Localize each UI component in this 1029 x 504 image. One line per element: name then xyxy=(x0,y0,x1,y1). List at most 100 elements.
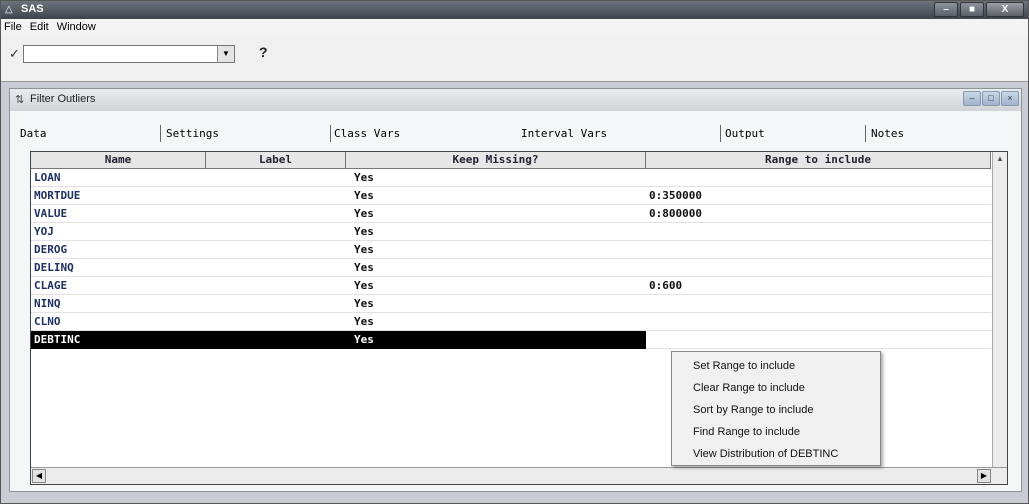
cell-keep-missing[interactable]: Yes xyxy=(346,295,646,313)
scroll-right-icon[interactable]: ▶ xyxy=(977,469,991,483)
menu-edit[interactable]: Edit xyxy=(30,19,49,36)
table-row[interactable]: CLNO Yes xyxy=(31,313,991,331)
menu-item-sort-by-range[interactable]: Sort by Range to include xyxy=(672,399,880,421)
minimize-button[interactable]: – xyxy=(934,2,958,17)
cell-keep-missing[interactable]: Yes xyxy=(346,187,646,205)
tab-settings[interactable]: Settings xyxy=(166,125,219,143)
tab-divider xyxy=(720,125,721,142)
tab-notes[interactable]: Notes xyxy=(871,125,904,143)
command-input[interactable]: ▼ xyxy=(23,45,235,63)
child-window-title: Filter Outliers xyxy=(30,93,96,105)
cell-label xyxy=(206,187,346,205)
context-menu: Set Range to include Clear Range to incl… xyxy=(671,351,881,466)
scroll-left-icon[interactable]: ◀ xyxy=(32,469,46,483)
cell-range[interactable]: 0:800000 xyxy=(646,205,991,223)
window-controls: – ■ X xyxy=(934,2,1024,17)
cell-keep-missing[interactable]: Yes xyxy=(346,241,646,259)
tab-divider xyxy=(330,125,331,142)
maximize-button[interactable]: ■ xyxy=(960,2,984,17)
cell-range[interactable] xyxy=(646,313,991,331)
child-maximize-button[interactable]: □ xyxy=(982,91,1000,106)
cell-range[interactable]: 0:350000 xyxy=(646,187,991,205)
cell-name: NINQ xyxy=(31,295,206,313)
cell-name: DEROG xyxy=(31,241,206,259)
table-row[interactable]: NINQ Yes xyxy=(31,295,991,313)
close-button[interactable]: X xyxy=(986,2,1024,17)
vertical-scrollbar[interactable]: ▲ xyxy=(992,152,1007,468)
cell-name: DEBTINC xyxy=(31,331,206,349)
scroll-up-icon[interactable]: ▲ xyxy=(993,152,1007,166)
sas-application-window: △ SAS – ■ X File Edit Window ✓ ▼ ? ⇅ Fil… xyxy=(0,0,1029,504)
tab-strip: Data Settings Class Vars Interval Vars O… xyxy=(20,125,1013,145)
cell-label xyxy=(206,295,346,313)
chevron-down-icon[interactable]: ▼ xyxy=(217,46,234,62)
check-icon[interactable]: ✓ xyxy=(9,46,20,62)
menu-item-set-range[interactable]: Set Range to include xyxy=(672,355,880,377)
tab-divider xyxy=(865,125,866,142)
cell-name: DELINQ xyxy=(31,259,206,277)
sas-app-icon: △ xyxy=(5,4,13,15)
column-header-keep-missing[interactable]: Keep Missing? xyxy=(346,152,646,169)
table-row[interactable]: CLAGE Yes 0:600 xyxy=(31,277,991,295)
cell-range[interactable] xyxy=(646,169,991,187)
menu-file[interactable]: File xyxy=(4,19,22,36)
table-row[interactable]: MORTDUE Yes 0:350000 xyxy=(31,187,991,205)
menu-window[interactable]: Window xyxy=(57,19,96,36)
cell-label xyxy=(206,205,346,223)
table-row[interactable]: LOAN Yes xyxy=(31,169,991,187)
title-bar: △ SAS – ■ X xyxy=(1,1,1028,19)
cell-label xyxy=(206,259,346,277)
child-close-button[interactable]: × xyxy=(1001,91,1019,106)
cell-name: LOAN xyxy=(31,169,206,187)
cell-label xyxy=(206,241,346,259)
cell-label xyxy=(206,277,346,295)
cell-keep-missing[interactable]: Yes xyxy=(346,259,646,277)
window-title: SAS xyxy=(21,3,44,15)
cell-keep-missing[interactable]: Yes xyxy=(346,313,646,331)
help-icon[interactable]: ? xyxy=(259,44,268,60)
horizontal-scrollbar[interactable]: ◀ ▶ xyxy=(31,467,1007,484)
menu-item-find-range[interactable]: Find Range to include xyxy=(672,421,880,443)
cell-range[interactable] xyxy=(646,241,991,259)
column-header-name[interactable]: Name xyxy=(31,152,206,169)
child-title-bar: ⇅ Filter Outliers – □ × xyxy=(10,89,1021,111)
tab-divider xyxy=(160,125,161,142)
tab-output[interactable]: Output xyxy=(725,125,765,143)
table-row[interactable]: VALUE Yes 0:800000 xyxy=(31,205,991,223)
cell-label xyxy=(206,223,346,241)
cell-keep-missing[interactable]: Yes xyxy=(346,223,646,241)
cell-name: MORTDUE xyxy=(31,187,206,205)
table-row-selected[interactable]: DEBTINC Yes xyxy=(31,331,991,349)
menu-bar: File Edit Window xyxy=(1,19,1028,36)
filter-node-icon: ⇅ xyxy=(15,94,25,106)
menu-item-view-distribution[interactable]: View Distribution of DEBTINC xyxy=(672,443,880,465)
cell-label xyxy=(206,331,346,349)
child-minimize-button[interactable]: – xyxy=(963,91,981,106)
column-header-label[interactable]: Label xyxy=(206,152,346,169)
cell-name: CLAGE xyxy=(31,277,206,295)
cell-keep-missing[interactable]: Yes xyxy=(346,169,646,187)
cell-name: YOJ xyxy=(31,223,206,241)
cell-range[interactable]: 0:600 xyxy=(646,277,991,295)
cell-keep-missing[interactable]: Yes xyxy=(346,205,646,223)
menu-item-clear-range[interactable]: Clear Range to include xyxy=(672,377,880,399)
cell-name: VALUE xyxy=(31,205,206,223)
tab-class-vars[interactable]: Class Vars xyxy=(334,125,400,143)
cell-range[interactable] xyxy=(646,223,991,241)
cell-label xyxy=(206,169,346,187)
tab-data[interactable]: Data xyxy=(20,125,47,143)
table-row[interactable]: YOJ Yes xyxy=(31,223,991,241)
cell-name: CLNO xyxy=(31,313,206,331)
table-row[interactable]: DEROG Yes xyxy=(31,241,991,259)
cell-range[interactable] xyxy=(646,295,991,313)
cell-range[interactable] xyxy=(646,259,991,277)
child-window-controls: – □ × xyxy=(963,91,1019,106)
cell-label xyxy=(206,313,346,331)
tab-interval-vars[interactable]: Interval Vars xyxy=(521,125,607,143)
cell-keep-missing[interactable]: Yes xyxy=(346,277,646,295)
cell-keep-missing[interactable]: Yes xyxy=(346,331,646,349)
toolbar: ✓ ▼ ? xyxy=(1,36,1028,82)
column-header-range[interactable]: Range to include xyxy=(646,152,991,169)
table-row[interactable]: DELINQ Yes xyxy=(31,259,991,277)
cell-range[interactable] xyxy=(646,331,991,349)
